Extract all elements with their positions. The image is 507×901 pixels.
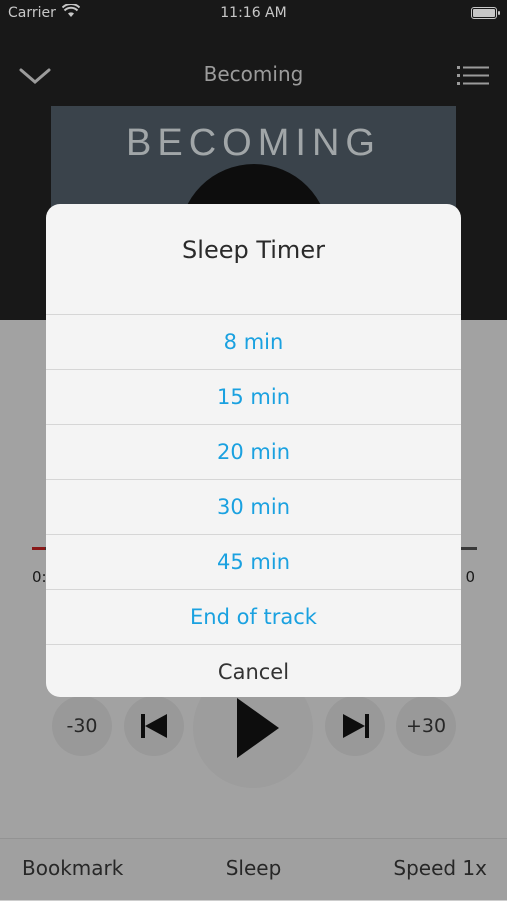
sleep-option-15-min[interactable]: 15 min	[46, 369, 461, 424]
sleep-option-45-min[interactable]: 45 min	[46, 534, 461, 589]
sleep-option-30-min[interactable]: 30 min	[46, 479, 461, 534]
sleep-timer-dialog: Sleep Timer 8 min 15 min 20 min 30 min 4…	[46, 204, 461, 697]
dialog-title: Sleep Timer	[182, 236, 325, 264]
sleep-option-end-of-track[interactable]: End of track	[46, 589, 461, 644]
player-screen: Carrier 11:16 AM Becoming BECOMING 0: 0	[0, 0, 507, 901]
cancel-button[interactable]: Cancel	[46, 644, 461, 697]
sleep-option-20-min[interactable]: 20 min	[46, 424, 461, 479]
sleep-option-8-min[interactable]: 8 min	[46, 314, 461, 369]
